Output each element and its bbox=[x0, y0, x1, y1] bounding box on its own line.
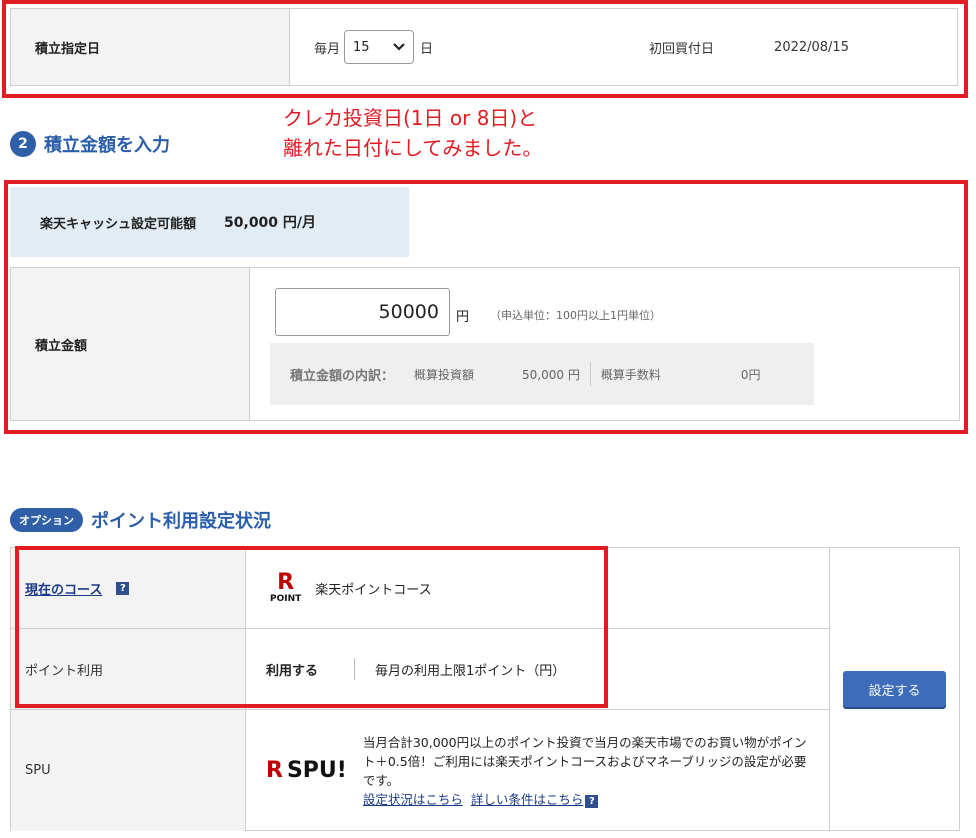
spu-r-mark: R bbox=[266, 758, 283, 783]
amount-section-title: 2 積立金額を入力 bbox=[10, 131, 170, 157]
point-action-cell: 設定する bbox=[829, 548, 959, 830]
spu-details-link[interactable]: 詳しい条件はこちら bbox=[471, 792, 584, 807]
spu-label: SPU bbox=[11, 710, 246, 831]
highlight-frame-date bbox=[2, 0, 968, 98]
annotation-note: クレカ投資日(1日 or 8日)と 離れた日付にしてみました。 bbox=[283, 103, 542, 163]
spu-wordmark: SPU! bbox=[286, 758, 347, 783]
spu-links: 設定状況はこちら 詳しい条件はこちら? bbox=[363, 790, 811, 809]
spu-status-link[interactable]: 設定状況はこちら bbox=[363, 792, 463, 807]
step-number-badge: 2 bbox=[10, 131, 36, 157]
option-badge: オプション bbox=[10, 508, 83, 532]
highlight-frame-points bbox=[15, 546, 608, 708]
highlight-frame-amount bbox=[4, 180, 968, 434]
spu-description-block: 当月合計30,000円以上のポイント投資で当月の楽天市場でのお買い物がポイント＋… bbox=[363, 733, 811, 809]
set-point-button[interactable]: 設定する bbox=[843, 671, 946, 707]
spu-logo: R SPU! bbox=[266, 758, 347, 783]
spu-value-cell: R SPU! 当月合計30,000円以上のポイント投資で当月の楽天市場でのお買い… bbox=[246, 710, 829, 831]
point-section-title-text: ポイント利用設定状況 bbox=[91, 511, 271, 532]
spu-row: SPU R SPU! 当月合計30,000円以上のポイント投資で当月の楽天市場で… bbox=[11, 710, 829, 831]
annotation-line-1: クレカ投資日(1日 or 8日)と bbox=[283, 106, 538, 130]
point-section-title: オプション ポイント利用設定状況 bbox=[10, 507, 271, 533]
annotation-line-2: 離れた日付にしてみました。 bbox=[283, 136, 543, 160]
help-icon[interactable]: ? bbox=[585, 794, 599, 808]
spu-description: 当月合計30,000円以上のポイント投資で当月の楽天市場でのお買い物がポイント＋… bbox=[362, 734, 807, 788]
amount-section-title-text: 積立金額を入力 bbox=[44, 135, 170, 156]
